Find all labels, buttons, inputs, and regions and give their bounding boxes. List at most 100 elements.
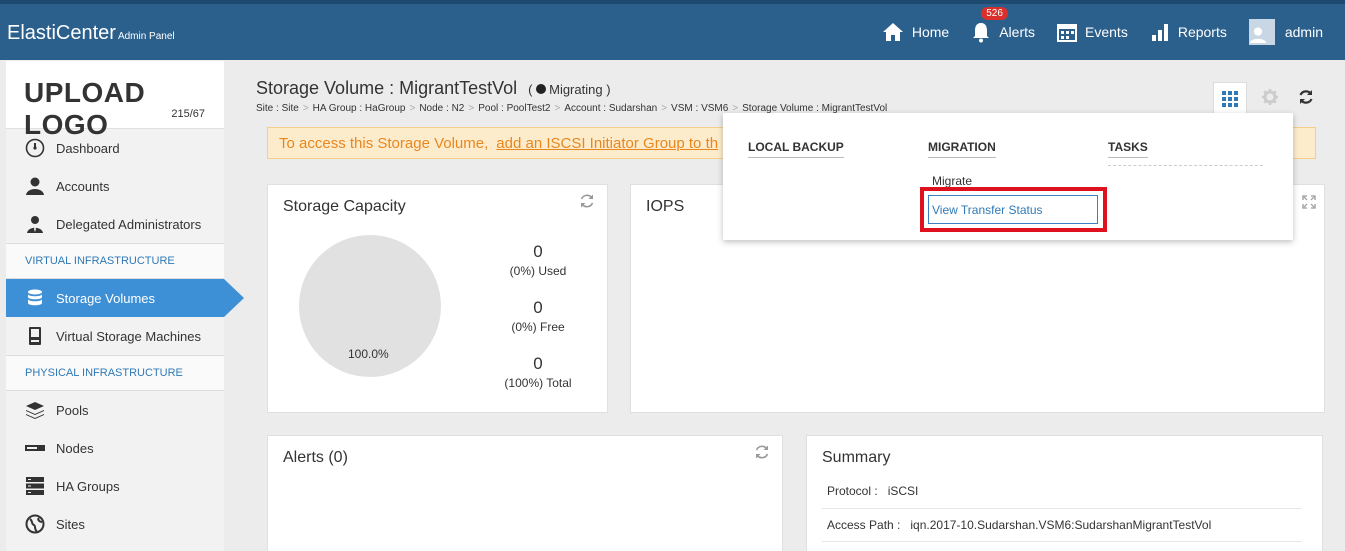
refresh-icon — [755, 445, 769, 459]
sidebar-item-label: Virtual Storage Machines — [56, 328, 202, 344]
user-icon — [25, 176, 45, 196]
server-stack-icon — [25, 476, 45, 496]
nav-alerts-label: Alerts — [999, 24, 1036, 40]
nav-events[interactable]: Events — [1057, 22, 1128, 42]
divider — [1108, 165, 1263, 166]
summary-access-path-row: Access Path : iqn.2017-10.Sudarshan.VSM6:… — [827, 518, 1211, 532]
add-initiator-group-link[interactable]: add an ISCSI Initiator Group to th — [496, 135, 718, 152]
sidebar-item-delegated-administrators[interactable]: Delegated Administrators — [6, 205, 224, 243]
breadcrumb-vsm[interactable]: VSM : VSM6 — [671, 103, 728, 114]
sidebar-item-label: Accounts — [56, 178, 110, 194]
access-path-label: Access Path : — [827, 518, 901, 532]
top-nav: Home 526 Alerts Events Reports admin — [882, 4, 1345, 60]
total-stat: 0 (100%) Total — [498, 354, 578, 390]
sidebar-item-label: Nodes — [56, 440, 94, 456]
storage-capacity-panel: Storage Capacity 100.0% 0 (0%) Used 0 (0… — [267, 184, 608, 413]
actions-dropdown: LOCAL BACKUP MIGRATION TASKS Migrate Vie… — [723, 113, 1293, 240]
nav-reports[interactable]: Reports — [1150, 22, 1227, 42]
refresh-icon — [580, 194, 594, 208]
status-text: Migrating — [549, 82, 603, 97]
panel-title: IOPS — [646, 198, 685, 215]
used-label: (0%) Used — [509, 264, 567, 278]
top-bar: ElastiCenter Admin Panel Home 526 Alerts … — [0, 0, 1345, 60]
admin-user-icon — [25, 214, 45, 234]
sidebar-item-virtual-storage-machines[interactable]: Virtual Storage Machines — [6, 317, 224, 355]
dropdown-heading-tasks: TASKS — [1108, 140, 1148, 158]
protocol-label: Protocol : — [827, 484, 878, 498]
user-avatar-icon — [1249, 27, 1267, 43]
breadcrumb-node[interactable]: Node : N2 — [419, 103, 464, 114]
protocol-value: iSCSI — [887, 484, 919, 498]
server-icon — [25, 326, 45, 346]
breadcrumb-pool[interactable]: Pool : PoolTest2 — [478, 103, 550, 114]
nav-home-label: Home — [911, 24, 950, 40]
view-transfer-status-menu-item[interactable]: View Transfer Status — [928, 195, 1098, 224]
brand-name: ElastiCenter — [7, 22, 116, 44]
panel-title: Storage Capacity — [283, 198, 406, 215]
free-stat: 0 (0%) Free — [498, 298, 578, 334]
nav-events-label: Events — [1085, 24, 1128, 40]
brand[interactable]: ElastiCenter Admin Panel — [7, 22, 175, 45]
page-title-text: Storage Volume : MigrantTestVol — [256, 78, 518, 98]
sidebar-item-storage-volumes[interactable]: Storage Volumes — [6, 279, 244, 317]
sidebar-item-sites[interactable]: Sites — [6, 505, 224, 543]
nav-alerts[interactable]: 526 Alerts — [971, 7, 1036, 43]
panel-title: Alerts (0) — [283, 449, 348, 466]
sidebar: UPLOAD LOGO 215/67 Dashboard Accounts De… — [6, 61, 244, 551]
expand-button[interactable] — [1302, 195, 1316, 214]
free-label: (0%) Free — [511, 320, 565, 334]
section-physical-infrastructure: PHYSICAL INFRASTRUCTURE — [6, 355, 224, 391]
migrate-menu-item[interactable]: Migrate — [932, 174, 972, 188]
panel-title: Summary — [822, 449, 891, 466]
breadcrumb-site[interactable]: Site : Site — [256, 103, 299, 114]
sidebar-item-label: Storage Volumes — [56, 290, 156, 306]
page-title: Storage Volume : MigrantTestVol ( Migrat… — [256, 78, 611, 99]
used-value: 0 — [533, 242, 543, 261]
nav-reports-label: Reports — [1177, 24, 1227, 40]
globe-icon — [25, 514, 45, 534]
refresh-button[interactable] — [1289, 82, 1323, 112]
nav-user[interactable]: admin — [1248, 19, 1323, 45]
logo-size: 215/67 — [171, 108, 205, 120]
divider — [822, 541, 1302, 542]
panel-refresh-button[interactable] — [754, 444, 770, 465]
free-value: 0 — [533, 298, 543, 317]
avatar — [1248, 19, 1275, 45]
sidebar-item-label: Dashboard — [56, 140, 120, 156]
sidebar-item-nodes[interactable]: Nodes — [6, 429, 224, 467]
sidebar-item-accounts[interactable]: Accounts — [6, 167, 224, 205]
breadcrumb-ha-group[interactable]: HA Group : HaGroup — [313, 103, 406, 114]
node-icon — [25, 438, 45, 458]
total-value: 0 — [533, 354, 543, 373]
status-dot-icon — [536, 84, 547, 94]
logo-upload[interactable]: UPLOAD LOGO 215/67 — [6, 61, 224, 140]
section-virtual-infrastructure: VIRTUAL INFRASTRUCTURE — [6, 243, 224, 279]
alerts-count-badge: 526 — [981, 7, 1008, 20]
banner-text: To access this Storage Volume, — [279, 134, 489, 152]
panel-refresh-button[interactable] — [579, 193, 595, 214]
refresh-icon — [1299, 90, 1313, 104]
summary-panel: Summary Protocol : iSCSI Access Path : iqn… — [806, 435, 1323, 551]
summary-protocol-row: Protocol : iSCSI — [827, 484, 918, 498]
breadcrumb-account[interactable]: Account : Sudarshan — [564, 103, 657, 114]
nav-home[interactable]: Home — [882, 22, 949, 42]
database-icon — [25, 288, 45, 308]
calendar-icon — [1057, 24, 1078, 42]
layers-icon — [25, 400, 45, 420]
sidebar-item-pools[interactable]: Pools — [6, 391, 224, 429]
bell-icon — [973, 23, 990, 43]
dropdown-heading-local-backup: LOCAL BACKUP — [748, 140, 844, 158]
pie-percentage-label: 100.0% — [348, 347, 389, 361]
bar-chart-icon — [1151, 24, 1168, 41]
sidebar-item-label: Sites — [56, 516, 85, 532]
sidebar-item-label: Delegated Administrators — [56, 216, 202, 232]
nav-user-label: admin — [1284, 24, 1323, 40]
settings-button[interactable] — [1253, 82, 1287, 112]
actions-menu-button[interactable] — [1213, 82, 1247, 114]
sidebar-item-label: Pools — [56, 402, 89, 418]
total-label: (100%) Total — [504, 376, 572, 390]
sidebar-item-dashboard[interactable]: Dashboard — [6, 129, 224, 167]
brand-subtitle: Admin Panel — [117, 31, 175, 42]
sidebar-item-ha-groups[interactable]: HA Groups — [6, 467, 224, 505]
divider — [822, 508, 1302, 509]
